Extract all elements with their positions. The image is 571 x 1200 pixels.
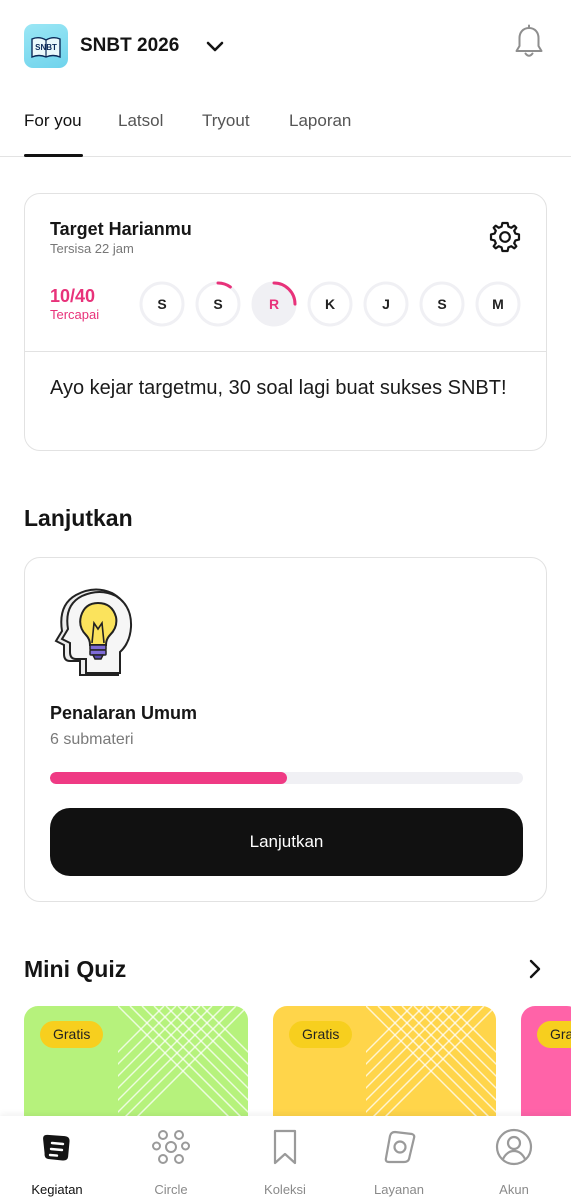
course-submaterial-count: 6 submateri	[50, 731, 134, 748]
course-title: Penalaran Umum	[50, 703, 198, 723]
price-badge: Gratis	[40, 1021, 104, 1048]
weekday-letter: S	[213, 296, 223, 312]
card-pattern	[118, 1006, 248, 1118]
bottom-navigation: Kegiatan Circle Koleksi Layanan Akun	[0, 1116, 571, 1200]
nav-label: Circle	[154, 1182, 188, 1197]
price-badge: Gra	[537, 1021, 571, 1048]
course-progress-bar	[50, 772, 523, 784]
weekday-3: R	[250, 280, 298, 328]
nav-item-kegiatan[interactable]: Kegiatan	[7, 1128, 107, 1198]
continue-course-card[interactable]: Penalaran Umum 6 submateri Lanjutkan	[24, 557, 547, 902]
tab-for-you[interactable]: For you	[24, 111, 82, 131]
weekday-letter: K	[324, 296, 336, 312]
activity-icon	[43, 1134, 70, 1161]
weekday-6: S	[418, 280, 466, 328]
weekday-letter: J	[382, 296, 390, 312]
target-progress-label: Tercapai	[50, 307, 100, 322]
mini-quiz-card[interactable]: Gratis	[273, 1006, 496, 1118]
gear-icon[interactable]	[488, 220, 522, 254]
chevron-down-icon[interactable]	[204, 36, 226, 58]
nav-label: Koleksi	[264, 1182, 306, 1197]
nav-item-koleksi[interactable]: Koleksi	[235, 1128, 335, 1198]
community-icon	[152, 1130, 190, 1164]
tab-laporan[interactable]: Laporan	[289, 111, 351, 131]
tab-latsol[interactable]: Latsol	[118, 111, 163, 131]
nav-item-akun[interactable]: Akun	[464, 1128, 564, 1198]
services-icon	[384, 1130, 416, 1164]
target-message: Ayo kejar targetmu, 30 soal lagi buat su…	[50, 377, 507, 399]
weekday-2: S	[194, 280, 242, 328]
continue-button[interactable]: Lanjutkan	[50, 808, 523, 876]
divider	[25, 351, 546, 352]
bookmark-icon	[273, 1129, 297, 1165]
nav-label: Layanan	[374, 1182, 424, 1197]
card-pattern	[366, 1006, 496, 1118]
continue-section-title: Lanjutkan	[24, 505, 133, 531]
price-badge: Gratis	[289, 1021, 353, 1048]
mini-quiz-card[interactable]: Gratis	[24, 1006, 248, 1118]
daily-target-remaining: Tersisa 22 jam	[50, 241, 134, 256]
nav-label: Kegiatan	[31, 1182, 83, 1197]
app-title[interactable]: SNBT 2026	[80, 35, 179, 57]
weekday-4: K	[306, 280, 354, 328]
weekday-1: S	[138, 280, 186, 328]
course-progress-fill	[50, 772, 287, 784]
weekday-letter: S	[437, 296, 447, 312]
app-header: SNBT SNBT 2026	[0, 0, 571, 92]
account-icon	[495, 1128, 533, 1166]
weekday-5: J	[362, 280, 410, 328]
active-tab-indicator	[24, 154, 83, 157]
logo-text: SNBT	[35, 43, 57, 52]
target-progress-count: 10/40	[50, 286, 96, 306]
weekday-letter: M	[492, 296, 504, 312]
tab-tryout[interactable]: Tryout	[202, 111, 250, 131]
app-logo: SNBT	[24, 24, 68, 68]
weekday-7: M	[474, 280, 522, 328]
weekday-letter: S	[157, 296, 167, 312]
nav-item-circle[interactable]: Circle	[121, 1128, 221, 1198]
bell-icon[interactable]	[513, 24, 545, 60]
nav-label: Akun	[499, 1182, 529, 1197]
weekday-tracker: S S R K J S M	[138, 280, 538, 328]
daily-target-card: Target Harianmu Tersisa 22 jam 10/40 Ter…	[24, 193, 547, 451]
nav-item-layanan[interactable]: Layanan	[349, 1128, 449, 1198]
chevron-right-icon[interactable]	[523, 956, 547, 982]
mini-quiz-title: Mini Quiz	[24, 956, 127, 982]
tab-bar: For you Latsol Tryout Laporan	[0, 100, 571, 157]
lightbulb-head-icon	[54, 588, 133, 676]
weekday-letter: R	[268, 296, 280, 312]
daily-target-title: Target Harianmu	[50, 219, 192, 239]
mini-quiz-card[interactable]: Gra	[521, 1006, 571, 1118]
